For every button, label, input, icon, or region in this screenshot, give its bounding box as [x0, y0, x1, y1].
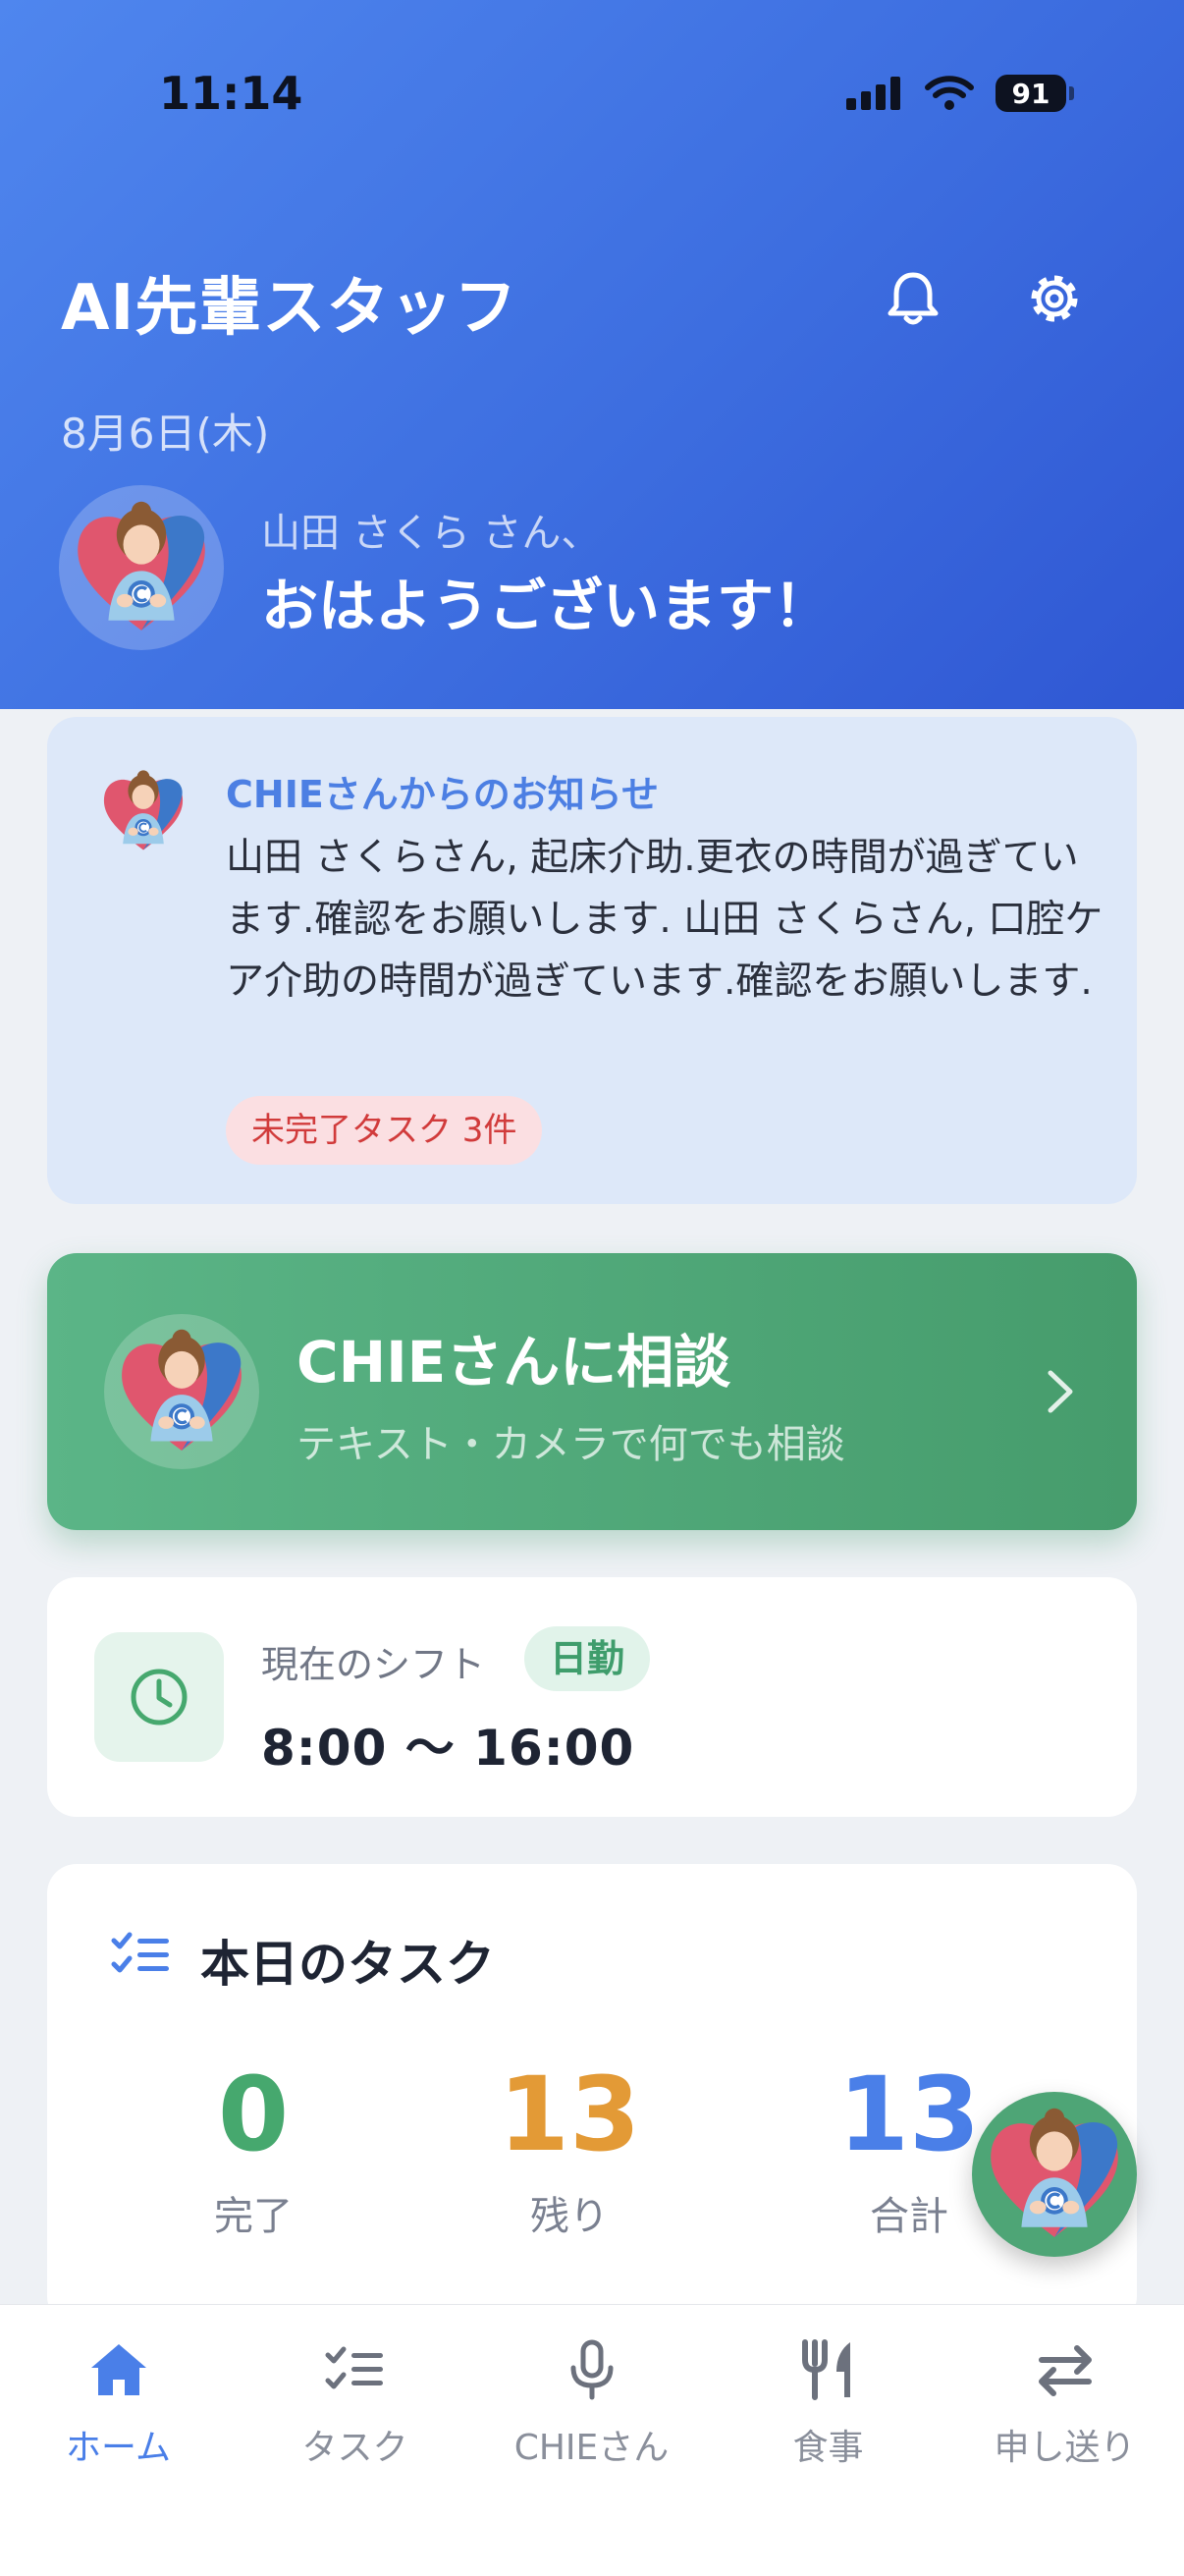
consult-avatar — [104, 1314, 259, 1469]
today-tasks-card[interactable]: 本日のタスク 0 完了 13 残り 13 合計 — [47, 1864, 1137, 2326]
status-time: 11:14 — [159, 67, 303, 120]
current-date: 8月6日(木) — [61, 410, 270, 458]
gear-icon[interactable] — [1023, 267, 1086, 330]
incomplete-task-badge: 未完了タスク 3件 — [226, 1096, 543, 1165]
battery-level: 91 — [1011, 77, 1050, 110]
clock-icon — [131, 1669, 188, 1726]
bell-icon[interactable] — [882, 267, 944, 330]
chevron-right-icon — [1048, 1370, 1073, 1413]
consult-title: CHIEさんに相談 — [296, 1329, 731, 1396]
stat-remaining: 13 残り — [442, 2060, 697, 2241]
greeting-name: 山田 さくら さん、 — [261, 511, 601, 556]
tab-chie[interactable]: CHIEさん — [473, 2332, 710, 2470]
shift-time: 8:00 〜 16:00 — [261, 1720, 635, 1777]
tab-meals-label: 食事 — [792, 2428, 864, 2468]
battery-indicator: 91 — [996, 75, 1074, 112]
tab-tasks[interactable]: タスク — [237, 2332, 473, 2470]
greeting-message: おはようございます！ — [261, 573, 832, 639]
swap-arrows-icon — [1038, 2345, 1092, 2396]
checklist-icon — [325, 2346, 383, 2389]
shift-card: 現在のシフト 日勤 8:00 〜 16:00 — [47, 1577, 1137, 1817]
tab-handover-label: 申し送り — [994, 2428, 1136, 2468]
tab-handover[interactable]: 申し送り — [946, 2332, 1183, 2470]
tab-home[interactable]: ホーム — [0, 2332, 237, 2470]
chie-avatar-icon — [972, 2092, 1137, 2257]
checklist-icon — [111, 1932, 169, 1973]
shift-type-badge: 日勤 — [524, 1626, 651, 1691]
shift-icon-box — [94, 1632, 224, 1762]
microphone-icon — [570, 2339, 613, 2400]
chie-avatar-icon — [92, 760, 194, 862]
consult-chie-button[interactable]: CHIEさんに相談 テキスト・カメラで何でも相談 — [47, 1253, 1137, 1530]
tab-tasks-label: タスク — [301, 2428, 408, 2468]
cellular-signal-icon — [846, 77, 900, 110]
tab-chie-label: CHIEさん — [513, 2428, 670, 2468]
tasks-title: 本日のタスク — [200, 1936, 495, 1993]
chie-avatar-icon — [104, 1314, 259, 1469]
stat-completed: 0 完了 — [126, 2060, 381, 2241]
chie-avatar-icon — [59, 485, 224, 650]
consult-subtitle: テキスト・カメラで何でも相談 — [296, 1422, 845, 1467]
stat-remaining-label: 残り — [530, 2194, 609, 2239]
tab-home-label: ホーム — [66, 2428, 171, 2468]
notice-body: 山田 さくらさん, 起床介助.更衣の時間が過ぎています.確認をお願いします. 山… — [226, 836, 1103, 1004]
bottom-tab-bar: ホーム タスク CHIEさん 食事 申し送り — [0, 2304, 1184, 2576]
tab-meals[interactable]: 食事 — [710, 2332, 946, 2470]
wifi-icon — [925, 76, 974, 110]
fork-knife-icon — [801, 2339, 850, 2400]
app-header: 11:14 91 AI先輩スタッフ 8月6日(木) 山田 さくら さん、 おはよ… — [0, 0, 1184, 709]
shift-label: 現在のシフト — [261, 1643, 486, 1686]
status-icons: 91 — [846, 71, 1074, 116]
notice-avatar — [92, 760, 194, 862]
stat-completed-label: 完了 — [214, 2194, 293, 2239]
notice-card[interactable]: CHIEさんからのお知らせ 山田 さくらさん, 起床介助.更衣の時間が過ぎていま… — [47, 717, 1137, 1204]
page-title: AI先輩スタッフ — [61, 272, 518, 345]
avatar — [59, 485, 224, 650]
chie-fab-button[interactable] — [972, 2092, 1137, 2257]
notice-title: CHIEさんからのお知らせ — [226, 773, 660, 816]
stat-remaining-value: 13 — [498, 2055, 641, 2174]
stat-completed-value: 0 — [217, 2055, 290, 2174]
home-icon — [90, 2344, 146, 2395]
